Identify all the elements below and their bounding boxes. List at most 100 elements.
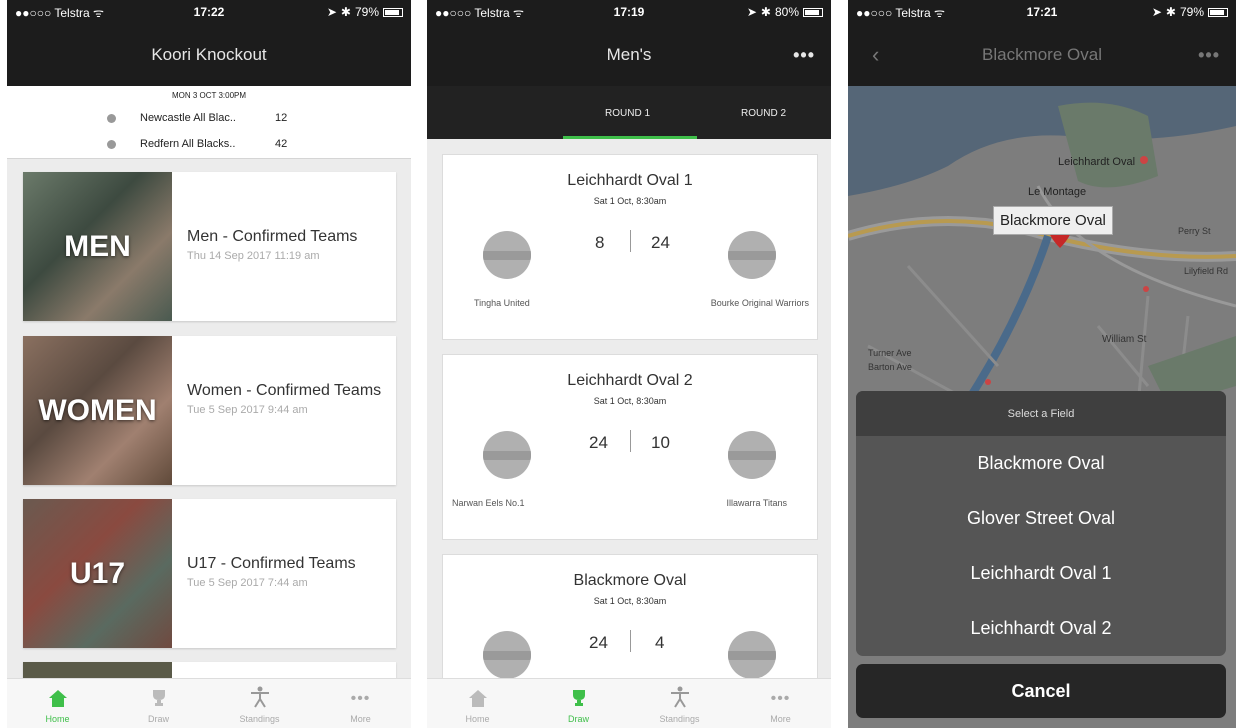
nav-bar: Koori Knockout (7, 24, 411, 86)
away-team-logo (728, 431, 776, 479)
draw-screen: ●●○○○ Telstra ᯤ 17:19 ➤ ✱ 80% Men's ••• … (427, 0, 831, 728)
team-score: 42 (275, 138, 288, 150)
match-card[interactable]: Leichhardt Oval 2 Sat 1 Oct, 8:30am 24 1… (442, 354, 818, 540)
home-team-name: Narwan Eels No.1 (452, 498, 525, 508)
tab-home[interactable]: Home (427, 679, 528, 728)
map-marker-label: Blackmore Oval (993, 206, 1113, 235)
tab-standings[interactable]: Standings (629, 679, 730, 728)
tab-bar: Home Draw Standings ••• More (7, 678, 411, 728)
match-time: Sat 1 Oct, 8:30am (593, 396, 667, 406)
home-icon (48, 690, 67, 707)
battery-icon (383, 7, 403, 17)
home-score: 24 (589, 633, 608, 652)
clock: 17:21 (1026, 5, 1058, 19)
tab-label: Draw (147, 714, 169, 724)
score-row: Redfern All Blacks.. 42 (107, 138, 287, 150)
battery-icon (803, 7, 823, 17)
field-option[interactable]: Blackmore Oval (856, 436, 1226, 491)
match-card[interactable]: Leichhardt Oval 1 Sat 1 Oct, 8:30am 8 24… (442, 154, 818, 340)
battery-icon (1208, 7, 1228, 17)
news-title: U17 - Confirmed Teams (187, 555, 356, 572)
map-place-label: Le Montage (1028, 186, 1087, 198)
tab-bar: Home Draw Standings ••• More (427, 678, 831, 728)
back-arrow-icon[interactable]: ‹ (872, 42, 879, 68)
map-place-label: William St (1102, 334, 1147, 345)
news-item[interactable]: WOMEN Women - Confirmed Teams Tue 5 Sep … (23, 336, 396, 485)
more-options-icon[interactable]: ••• (1198, 45, 1220, 66)
tab-label: More (770, 714, 791, 724)
match-card[interactable]: Blackmore Oval Sat 1 Oct, 8:30am 24 4 (442, 554, 818, 694)
tab-home[interactable]: Home (7, 679, 108, 728)
map-place-label: Perry St (1178, 226, 1211, 236)
map-place-label: Leichhardt Oval (1058, 156, 1136, 168)
cancel-button[interactable]: Cancel (856, 664, 1226, 718)
tab-label: Home (465, 714, 490, 724)
field-option[interactable]: Leichhardt Oval 2 (856, 601, 1226, 656)
tab-label: Draw (567, 714, 589, 724)
news-item[interactable]: U17 U17 - Confirmed Teams Tue 5 Sep 2017… (23, 499, 396, 648)
home-screen: ●●○○○ Telstra ᯤ 17:22 ➤ ✱ 79% Koori Knoc… (7, 0, 411, 728)
trophy-icon (572, 690, 585, 706)
away-score: 24 (651, 233, 670, 252)
tab-label: Home (45, 714, 70, 724)
tab-more[interactable]: ••• More (310, 679, 411, 728)
team-logo (107, 139, 116, 149)
score-divider (630, 230, 631, 252)
home-team-logo (483, 431, 531, 479)
thumbnail-label: MEN (64, 229, 131, 263)
tab-more[interactable]: ••• More (730, 679, 831, 728)
home-team-logo (483, 631, 531, 679)
news-title: Women - Confirmed Teams (187, 382, 382, 399)
status-bar: ●●○○○ Telstra ᯤ 17:22 ➤ ✱ 79% (7, 0, 411, 24)
thumbnail-label: WOMEN (38, 393, 157, 427)
map-place-label: Barton Ave (868, 362, 912, 372)
field-map-screen: ●●○○○ Telstra ᯤ 17:21 ➤ ✱ 79% ‹ Blackmor… (848, 0, 1236, 728)
away-team-logo (728, 631, 776, 679)
field-option[interactable]: Glover Street Oval (856, 491, 1226, 546)
field-option[interactable]: Leichhardt Oval 1 (856, 546, 1226, 601)
match-time: Sat 1 Oct, 8:30am (593, 196, 667, 206)
home-score: 8 (595, 233, 605, 252)
live-score-card[interactable]: MON 3 OCT 3:00PM Newcastle All Blac.. 12… (7, 86, 411, 159)
tab-label: Standings (659, 714, 700, 724)
tab-draw[interactable]: Draw (528, 679, 629, 728)
score-divider (630, 430, 631, 452)
team-name: Newcastle All Blac.. (140, 112, 236, 124)
page-title: Koori Knockout (151, 45, 267, 64)
away-score: 10 (651, 433, 670, 452)
tab-round-2[interactable]: ROUND 2 (741, 108, 786, 119)
page-title: Men's (606, 45, 652, 64)
news-item[interactable]: MEN Men - Confirmed Teams Thu 14 Sep 201… (23, 172, 396, 321)
tab-draw[interactable]: Draw (108, 679, 209, 728)
select-field-sheet: Select a Field Blackmore Oval Glover Str… (856, 391, 1226, 656)
match-venue: Leichhardt Oval 2 (567, 372, 693, 389)
team-name: Redfern All Blacks.. (140, 138, 236, 150)
away-team-name: Illawarra Titans (726, 498, 787, 508)
news-thumbnail: MEN (23, 172, 172, 321)
tab-round-1[interactable]: ROUND 1 (605, 108, 650, 119)
match-venue: Leichhardt Oval 1 (567, 172, 693, 189)
map-place-label: Lilyfield Rd (1184, 266, 1229, 276)
tab-label: More (350, 714, 371, 724)
more-options-icon[interactable]: ••• (793, 45, 815, 66)
tab-standings[interactable]: Standings (209, 679, 310, 728)
news-date: Tue 5 Sep 2017 9:44 am (187, 404, 308, 416)
clock: 17:22 (193, 5, 225, 19)
team-score: 12 (275, 112, 288, 124)
tab-label: Standings (239, 714, 280, 724)
more-icon: ••• (770, 690, 791, 707)
away-team-logo (728, 231, 776, 279)
away-team-name: Bourke Original Warriors (710, 298, 809, 308)
news-thumbnail: U17 (23, 499, 172, 648)
page-title: Blackmore Oval (982, 45, 1102, 64)
thumbnail-label: U17 (69, 556, 126, 590)
match-time: Sat 1 Oct, 8:30am (593, 596, 667, 606)
sheet-header: Select a Field (856, 391, 1226, 436)
news-date: Tue 5 Sep 2017 7:44 am (187, 577, 308, 589)
score-row: Newcastle All Blac.. 12 (107, 112, 287, 124)
news-title: Men - Confirmed Teams (187, 228, 358, 245)
away-score: 4 (655, 633, 665, 652)
round-tabs: ROUND 1 ROUND 2 (427, 86, 831, 139)
match-venue: Blackmore Oval (573, 572, 687, 589)
news-thumbnail: WOMEN (23, 336, 172, 485)
